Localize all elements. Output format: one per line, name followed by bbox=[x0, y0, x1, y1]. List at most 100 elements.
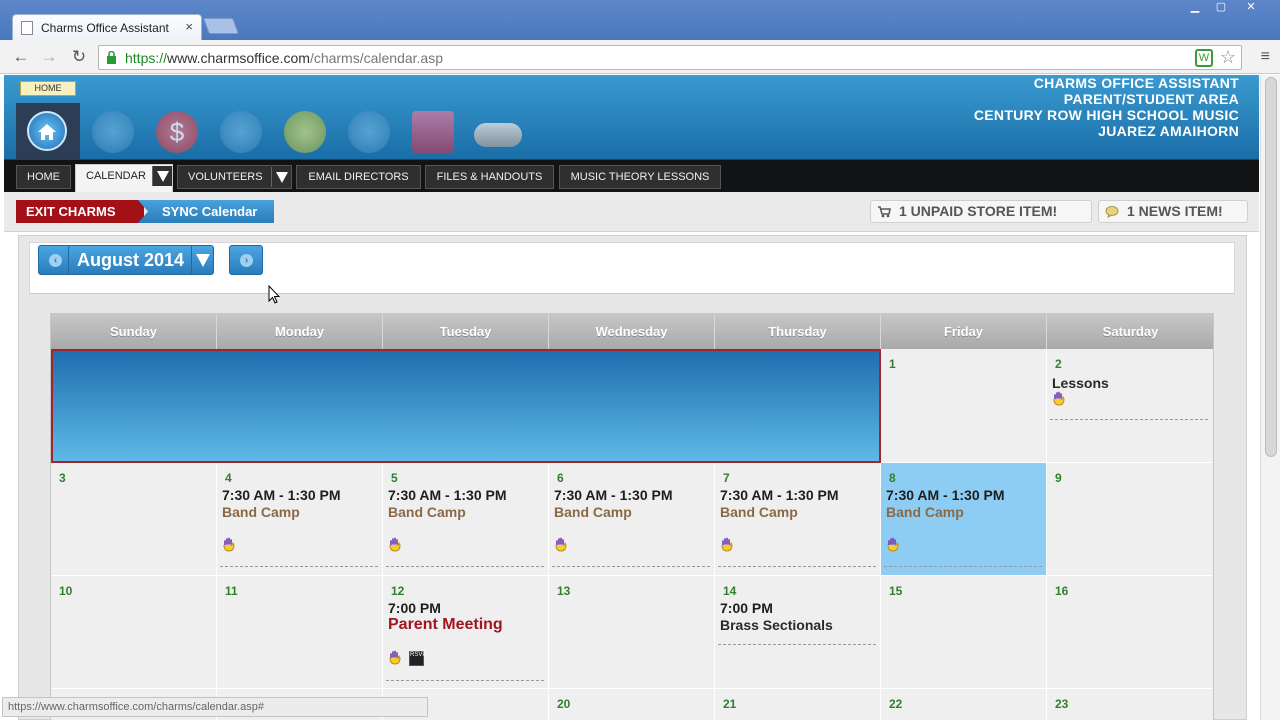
day-cell[interactable]: 16 bbox=[1047, 576, 1213, 689]
event-title[interactable]: Band Camp bbox=[554, 504, 632, 520]
volunteers-dropdown-arrow-icon[interactable] bbox=[271, 167, 291, 187]
lock-icon bbox=[107, 51, 116, 64]
day-number: 21 bbox=[723, 697, 737, 711]
window-close-icon[interactable]: ✕ bbox=[1240, 0, 1262, 14]
nav-calendar[interactable]: CALENDAR bbox=[75, 164, 173, 193]
day-cell[interactable]: 7 7:30 AM - 1:30 PM Band Camp bbox=[715, 463, 881, 576]
briefcase-icon[interactable] bbox=[220, 111, 262, 153]
weekday-header: Tuesday bbox=[383, 314, 549, 349]
home-icon-button[interactable] bbox=[16, 103, 80, 159]
browser-tab[interactable]: Charms Office Assistant × bbox=[12, 14, 202, 40]
month-selector[interactable]: August 2014 bbox=[68, 245, 214, 275]
weekday-header: Monday bbox=[217, 314, 383, 349]
day-cell[interactable]: 20 bbox=[549, 689, 715, 720]
day-cell[interactable]: 2 Lessons bbox=[1047, 349, 1213, 463]
day-cell[interactable]: 10 bbox=[51, 576, 217, 689]
event-separator bbox=[386, 680, 544, 681]
sync-calendar-button[interactable]: SYNC Calendar bbox=[138, 200, 274, 223]
exit-charms-button[interactable]: EXIT CHARMS bbox=[16, 200, 144, 223]
home-icon bbox=[27, 111, 67, 151]
tab-close-icon[interactable]: × bbox=[185, 19, 193, 34]
maximize-icon[interactable]: ▢ bbox=[1210, 0, 1232, 14]
day-cell[interactable]: 1 bbox=[881, 349, 1047, 463]
shield-extension-icon[interactable]: W bbox=[1195, 49, 1213, 67]
event-title[interactable]: Lessons bbox=[1052, 375, 1109, 391]
day-cell[interactable]: 15 bbox=[881, 576, 1047, 689]
day-cell[interactable]: 5 7:30 AM - 1:30 PM Band Camp bbox=[383, 463, 549, 576]
next-month-button[interactable]: › bbox=[229, 245, 263, 275]
address-bar[interactable]: https://www.charmsoffice.com/charms/cale… bbox=[98, 45, 1242, 70]
previous-month-filler bbox=[51, 349, 881, 463]
volunteer-hand-icon bbox=[1053, 391, 1065, 406]
event-separator bbox=[884, 566, 1042, 567]
day-cell[interactable]: 11 bbox=[217, 576, 383, 689]
event-separator bbox=[1050, 419, 1208, 420]
day-cell[interactable]: 14 7:00 PM Brass Sectionals bbox=[715, 576, 881, 689]
unpaid-store-item-button[interactable]: 1 UNPAID STORE ITEM! bbox=[870, 200, 1092, 223]
arrow-left-icon: ‹ bbox=[49, 254, 62, 267]
day-cell[interactable]: 4 7:30 AM - 1:30 PM Band Camp bbox=[217, 463, 383, 576]
address-url: https://www.charmsoffice.com/charms/cale… bbox=[125, 50, 444, 66]
cart-icon[interactable] bbox=[412, 111, 454, 153]
nav-volunteers-label: VOLUNTEERS bbox=[188, 171, 263, 183]
day-number: 7 bbox=[723, 471, 730, 485]
new-tab-button[interactable] bbox=[203, 18, 239, 34]
day-cell[interactable]: 6 7:30 AM - 1:30 PM Band Camp bbox=[549, 463, 715, 576]
day-number: 16 bbox=[1055, 584, 1069, 598]
event-title[interactable]: Band Camp bbox=[388, 504, 466, 520]
scrollbar-thumb[interactable] bbox=[1265, 77, 1277, 457]
page-scrollbar[interactable] bbox=[1260, 75, 1280, 720]
star-badge-icon[interactable] bbox=[284, 111, 326, 153]
day-cell-today[interactable]: 8 7:30 AM - 1:30 PM Band Camp bbox=[881, 463, 1047, 576]
forward-icon[interactable]: → bbox=[38, 47, 60, 67]
cart-small-icon bbox=[878, 206, 891, 218]
month-label: August 2014 bbox=[77, 250, 185, 270]
event-separator bbox=[718, 644, 876, 645]
event-separator bbox=[220, 566, 378, 567]
event-title[interactable]: Band Camp bbox=[222, 504, 300, 520]
dollar-icon[interactable]: $ bbox=[156, 111, 198, 153]
calendar-dropdown-arrow-icon[interactable] bbox=[152, 166, 172, 186]
day-cell[interactable]: 3 bbox=[51, 463, 217, 576]
day-cell[interactable]: 12 7:00 PM Parent Meeting RSVP bbox=[383, 576, 549, 689]
browser-menu-icon[interactable]: ≡ bbox=[1261, 48, 1270, 66]
page-favicon-icon bbox=[21, 21, 33, 35]
nav-calendar-label: CALENDAR bbox=[86, 170, 146, 182]
day-cell[interactable]: 22 bbox=[881, 689, 1047, 720]
event-time: 7:30 AM - 1:30 PM bbox=[886, 487, 1005, 503]
minimize-icon[interactable]: ▁ bbox=[1184, 0, 1206, 14]
cloud-icon[interactable] bbox=[474, 123, 522, 147]
rsvp-icon[interactable]: RSVP bbox=[409, 651, 426, 666]
event-separator bbox=[386, 566, 544, 567]
day-cell[interactable]: 21 bbox=[715, 689, 881, 720]
event-title[interactable]: Band Camp bbox=[720, 504, 798, 520]
event-title[interactable]: Band Camp bbox=[886, 504, 964, 520]
day-number: 3 bbox=[59, 471, 66, 485]
event-time: 7:30 AM - 1:30 PM bbox=[720, 487, 839, 503]
bookmark-star-icon[interactable]: ☆ bbox=[1220, 47, 1236, 68]
event-title[interactable]: Parent Meeting bbox=[388, 616, 503, 634]
person-icon[interactable] bbox=[92, 111, 134, 153]
nav-home[interactable]: HOME bbox=[16, 165, 71, 189]
event-title[interactable]: Brass Sectionals bbox=[720, 617, 833, 633]
tab-title: Charms Office Assistant bbox=[41, 21, 169, 35]
day-cell[interactable]: 9 bbox=[1047, 463, 1213, 576]
day-cell[interactable]: 23 bbox=[1047, 689, 1213, 720]
month-dropdown-arrow-icon[interactable] bbox=[191, 246, 213, 274]
back-icon[interactable]: ← bbox=[10, 47, 32, 67]
day-number: 5 bbox=[391, 471, 398, 485]
prev-month-button[interactable]: ‹ bbox=[38, 245, 72, 275]
weekday-header: Sunday bbox=[51, 314, 217, 349]
chat-icon[interactable] bbox=[348, 111, 390, 153]
volunteer-hand-icon bbox=[887, 537, 899, 552]
nav-files-handouts[interactable]: FILES & HANDOUTS bbox=[425, 165, 554, 189]
mouse-cursor-icon bbox=[268, 285, 280, 304]
volunteer-hand-icon bbox=[555, 537, 567, 552]
nav-email-directors[interactable]: EMAIL DIRECTORS bbox=[296, 165, 421, 189]
reload-icon[interactable]: ↻ bbox=[68, 47, 90, 67]
day-number: 6 bbox=[557, 471, 564, 485]
nav-music-theory[interactable]: MUSIC THEORY LESSONS bbox=[559, 165, 721, 189]
nav-volunteers[interactable]: VOLUNTEERS bbox=[177, 165, 292, 189]
day-cell[interactable]: 13 bbox=[549, 576, 715, 689]
news-item-button[interactable]: 1 NEWS ITEM! bbox=[1098, 200, 1248, 223]
